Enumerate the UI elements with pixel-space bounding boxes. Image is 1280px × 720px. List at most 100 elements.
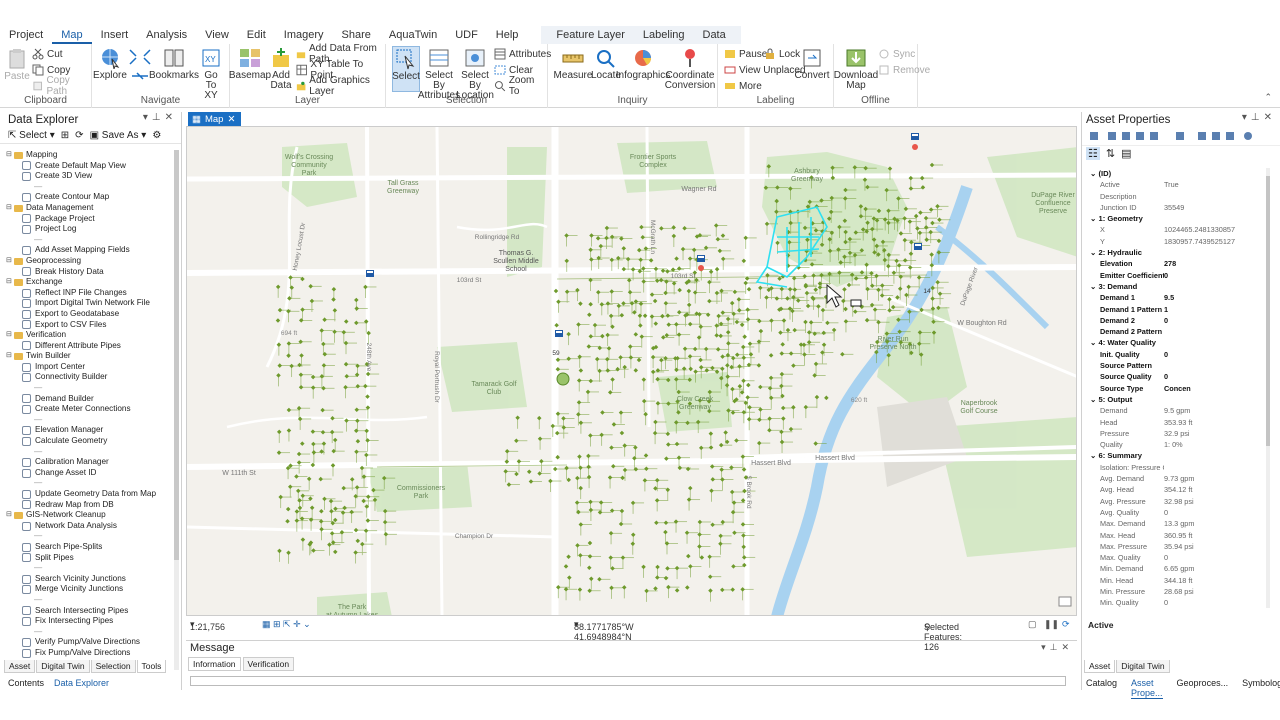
pin-icon[interactable]: ⊥ (1251, 112, 1264, 123)
property-row[interactable]: Init. Quality 0 (1088, 349, 1266, 360)
add-data-button[interactable]: Add Data (268, 47, 294, 91)
tank-icon[interactable] (555, 330, 563, 337)
layers-icon[interactable] (1108, 132, 1116, 140)
property-value[interactable]: 0 (1164, 349, 1266, 360)
collapse-icon[interactable]: ⊟ (6, 203, 14, 214)
property-value[interactable] (1164, 326, 1266, 337)
tree-group-exchange[interactable]: ⊟ Exchange (6, 277, 174, 288)
add-graphics-layer-button[interactable]: Add Graphics Layer (296, 75, 385, 97)
tree-scrollbar-thumb[interactable] (174, 150, 179, 560)
tab-help[interactable]: Help (487, 26, 528, 44)
message-tab-verification[interactable]: Verification (242, 657, 295, 671)
property-value[interactable]: 35549 (1164, 202, 1266, 213)
tool-connectivity-builder[interactable]: Connectivity Builder (6, 372, 174, 383)
collapse-icon[interactable]: ⊟ (6, 277, 14, 288)
tool-fix-intersecting-pipes[interactable]: Fix Intersecting Pipes (6, 616, 174, 627)
property-value[interactable]: 344.18 ft (1164, 575, 1266, 586)
tool-search-pipe-splits[interactable]: Search Pipe-Splits (6, 542, 174, 553)
tool-export-to-geodatabase[interactable]: Export to Geodatabase (6, 309, 174, 320)
property-category-1-geometry[interactable]: ⌄ 1: Geometry (1088, 213, 1266, 224)
convert-button[interactable]: Convert (794, 47, 830, 81)
infographics-button[interactable]: Infographics (616, 47, 670, 81)
tree-group-mapping[interactable]: ⊟ Mapping (6, 150, 174, 161)
tool-calibration-manager[interactable]: Calibration Manager (6, 457, 174, 468)
refresh-icon[interactable]: ⟳ (75, 130, 83, 141)
sync-button[interactable]: Sync (878, 47, 915, 61)
property-value[interactable]: 6.65 gpm (1164, 563, 1266, 574)
download-map-button[interactable]: Download Map (834, 47, 878, 91)
property-value[interactable]: True (1164, 179, 1266, 190)
property-category-5-output[interactable]: ⌄ 5: Output (1088, 394, 1266, 405)
tab-data[interactable]: Data (694, 26, 735, 44)
property-row[interactable]: Min. Demand 6.65 gpm (1088, 563, 1266, 574)
property-row[interactable]: Source Quality 0 (1088, 371, 1266, 382)
property-row[interactable]: Max. Demand 13.3 gpm (1088, 518, 1266, 529)
property-row[interactable]: Junction ID 35549 (1088, 202, 1266, 213)
tab-feature-layer[interactable]: Feature Layer (547, 26, 633, 44)
tank-icon[interactable] (366, 270, 374, 277)
refresh-icon[interactable]: ⟳ (1062, 619, 1070, 630)
property-category-3-demand[interactable]: ⌄ 3: Demand (1088, 281, 1266, 292)
basemap-button[interactable]: Basemap (229, 47, 271, 81)
zoom-to-selection-button[interactable]: Zoom To (494, 75, 547, 97)
tool-create-default-map-view[interactable]: Create Default Map View (6, 161, 174, 172)
property-row[interactable]: Max. Head 360.95 ft (1088, 530, 1266, 541)
tree-group-geoprocessing[interactable]: ⊟ Geoprocessing (6, 256, 174, 267)
tool-redraw-map-from-db[interactable]: Redraw Map from DB (6, 500, 174, 511)
property-value[interactable]: 360.95 ft (1164, 530, 1266, 541)
footer-tab-data-explorer[interactable]: Data Explorer (54, 678, 109, 688)
map-pause-icon[interactable]: ❚❚ (1044, 619, 1059, 630)
property-scrollbar[interactable] (1266, 168, 1270, 608)
property-scrollbar-thumb[interactable] (1266, 176, 1270, 446)
property-value[interactable]: 0 (1164, 371, 1266, 382)
export-icon[interactable] (1226, 132, 1234, 140)
property-value[interactable]: 0 (1164, 507, 1266, 518)
property-row[interactable]: Avg. Quality 0 (1088, 507, 1266, 518)
tab-analysis[interactable]: Analysis (137, 26, 196, 44)
reservoir-marker[interactable] (912, 144, 918, 150)
filter-icon[interactable]: ⊞ (61, 130, 69, 141)
property-row[interactable]: Max. Quality 0 (1088, 552, 1266, 563)
property-row[interactable]: Source Pattern (1088, 360, 1266, 371)
property-category-7-msx[interactable]: ⌄ 7: MSX (1088, 609, 1266, 612)
property-value[interactable]: 1 (1164, 304, 1266, 315)
tree-group-verification[interactable]: ⊟ Verification (6, 330, 174, 341)
tab-aquatwin[interactable]: AquaTwin (380, 26, 446, 44)
property-row[interactable]: Active True (1088, 179, 1266, 190)
categorized-icon[interactable]: ☷ (1086, 146, 1100, 160)
message-tab-information[interactable]: Information (188, 657, 241, 671)
tool-search-vicinity-junctions[interactable]: Search Vicinity Junctions (6, 574, 174, 585)
select-button[interactable]: Select (392, 46, 420, 92)
close-icon[interactable]: ✕ (1264, 112, 1276, 123)
tool-add-asset-mapping-fields[interactable]: Add Asset Mapping Fields (6, 245, 174, 256)
footer-tab-catalog[interactable]: Catalog (1086, 678, 1117, 699)
pane-tab-digital-twin[interactable]: Digital Twin (36, 660, 90, 673)
property-row[interactable]: Description (1088, 191, 1266, 202)
property-value[interactable]: 9.5 gpm (1164, 405, 1266, 416)
source-marker[interactable] (556, 372, 570, 386)
property-row[interactable]: Demand 1 9.5 (1088, 292, 1266, 303)
property-row[interactable]: Quality 1: 0% (1088, 439, 1266, 450)
coordinate-conversion-button[interactable]: Coordinate Conversion (665, 47, 715, 91)
asset-tab-asset[interactable]: Asset (1084, 660, 1116, 673)
message-window-controls[interactable]: ▾⊥✕ (1041, 642, 1073, 653)
property-category-id[interactable]: ⌄ (ID) (1088, 168, 1266, 179)
pane-tab-selection[interactable]: Selection (90, 660, 136, 673)
property-value[interactable] (1164, 462, 1266, 473)
paste-button[interactable]: Paste (4, 48, 30, 82)
bookmarks-button[interactable]: Bookmarks (149, 47, 199, 81)
select-tool-button[interactable]: ⇱ Select ▾ (8, 130, 55, 141)
save-as-button[interactable]: ▣ Save As ▾ (90, 130, 147, 141)
pane-tab-tools[interactable]: Tools (136, 660, 167, 673)
tank-icon[interactable] (697, 255, 705, 262)
tool-create-contour-map[interactable]: Create Contour Map (6, 192, 174, 203)
property-value[interactable]: 32.9 psi (1164, 428, 1266, 439)
property-value[interactable]: 1: 0% (1164, 439, 1266, 450)
property-row[interactable]: Demand 2 Pattern (1088, 326, 1266, 337)
tool-reflect-inp-file-changes[interactable]: Reflect INP File Changes (6, 288, 174, 299)
select-by-location-button[interactable]: Select By Location (456, 47, 494, 101)
property-row[interactable]: Elevation 278 (1088, 258, 1266, 269)
map-overview-icon[interactable] (1058, 596, 1072, 607)
property-value[interactable]: Concen (1164, 383, 1266, 394)
pin-icon[interactable]: ⊥ (152, 112, 165, 123)
